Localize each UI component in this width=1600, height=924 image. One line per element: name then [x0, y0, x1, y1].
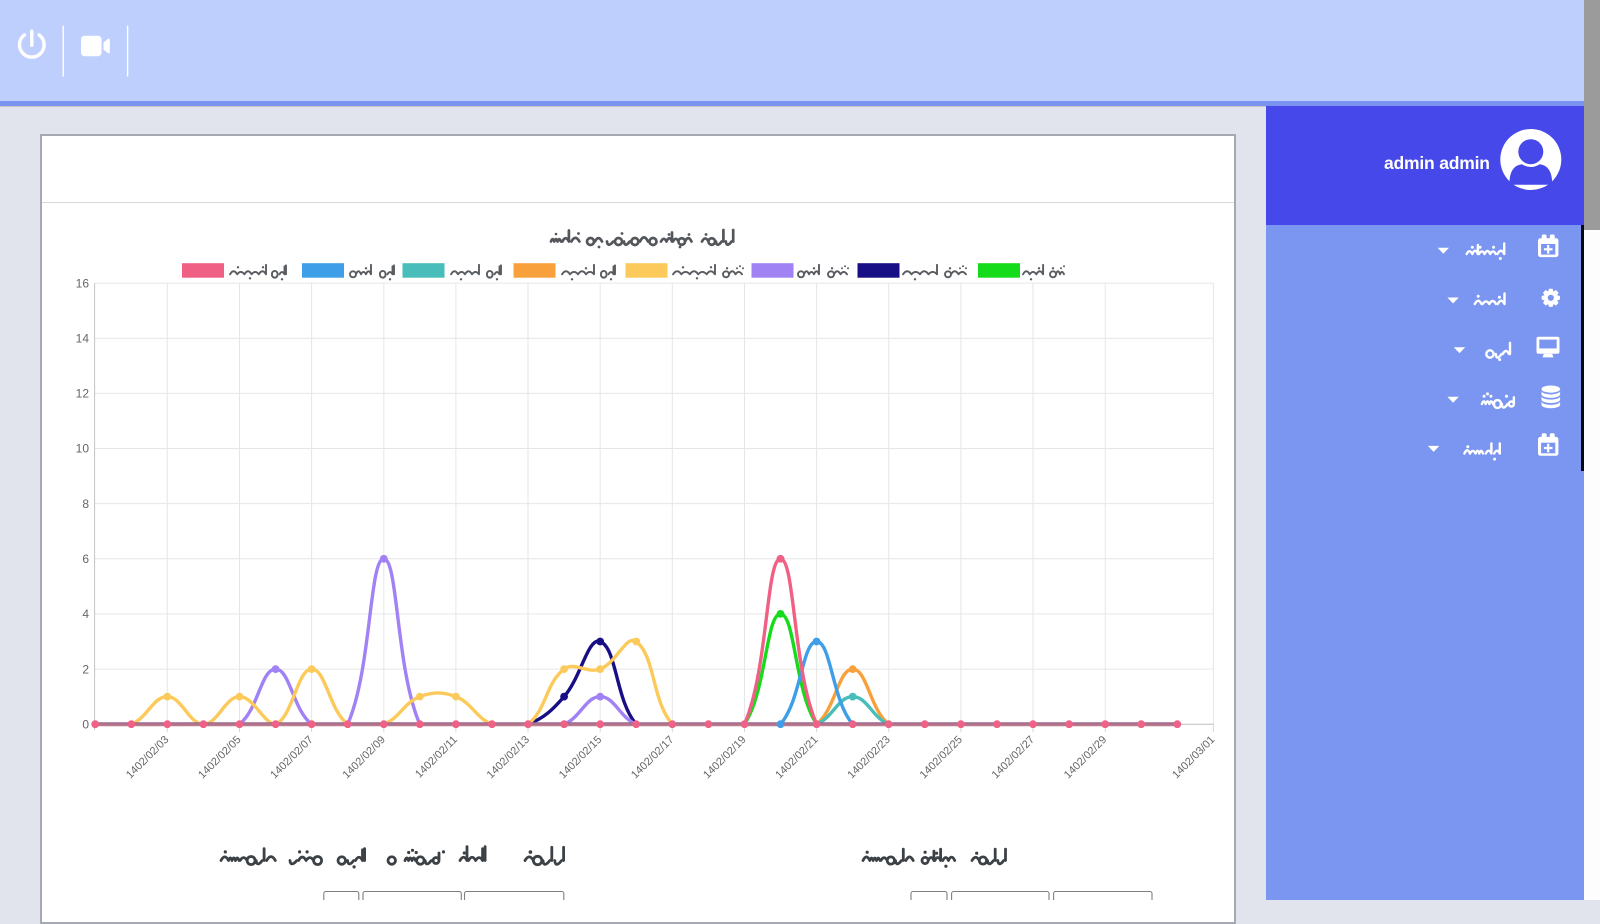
- svg-text:1402/02/19: 1402/02/19: [701, 734, 748, 781]
- svg-text:0: 0: [82, 717, 89, 731]
- svg-text:1402/02/21: 1402/02/21: [773, 734, 820, 781]
- svg-text:1402/02/17: 1402/02/17: [629, 734, 676, 781]
- svg-text:12: 12: [76, 387, 90, 401]
- svg-text:1402/02/27: 1402/02/27: [990, 734, 1037, 781]
- svg-text:4: 4: [82, 607, 89, 621]
- svg-text:16: 16: [76, 276, 90, 290]
- svg-text:1402/02/05: 1402/02/05: [196, 734, 243, 781]
- svg-text:1402/02/13: 1402/02/13: [485, 734, 532, 781]
- svg-text:1402/02/23: 1402/02/23: [845, 734, 892, 781]
- svg-text:14: 14: [76, 331, 90, 345]
- svg-text:10: 10: [76, 442, 90, 456]
- svg-text:1402/03/01: 1402/03/01: [1170, 734, 1217, 781]
- svg-text:1402/02/11: 1402/02/11: [413, 734, 460, 781]
- svg-text:8: 8: [82, 497, 89, 511]
- svg-text:1402/02/03: 1402/02/03: [124, 734, 171, 781]
- svg-text:1402/02/15: 1402/02/15: [557, 734, 604, 781]
- svg-text:6: 6: [82, 552, 89, 566]
- svg-text:1402/02/09: 1402/02/09: [341, 734, 388, 781]
- svg-text:1402/02/07: 1402/02/07: [268, 734, 315, 781]
- svg-text:1402/02/29: 1402/02/29: [1062, 734, 1109, 781]
- svg-text:2: 2: [82, 662, 89, 676]
- svg-text:1402/02/25: 1402/02/25: [918, 734, 965, 781]
